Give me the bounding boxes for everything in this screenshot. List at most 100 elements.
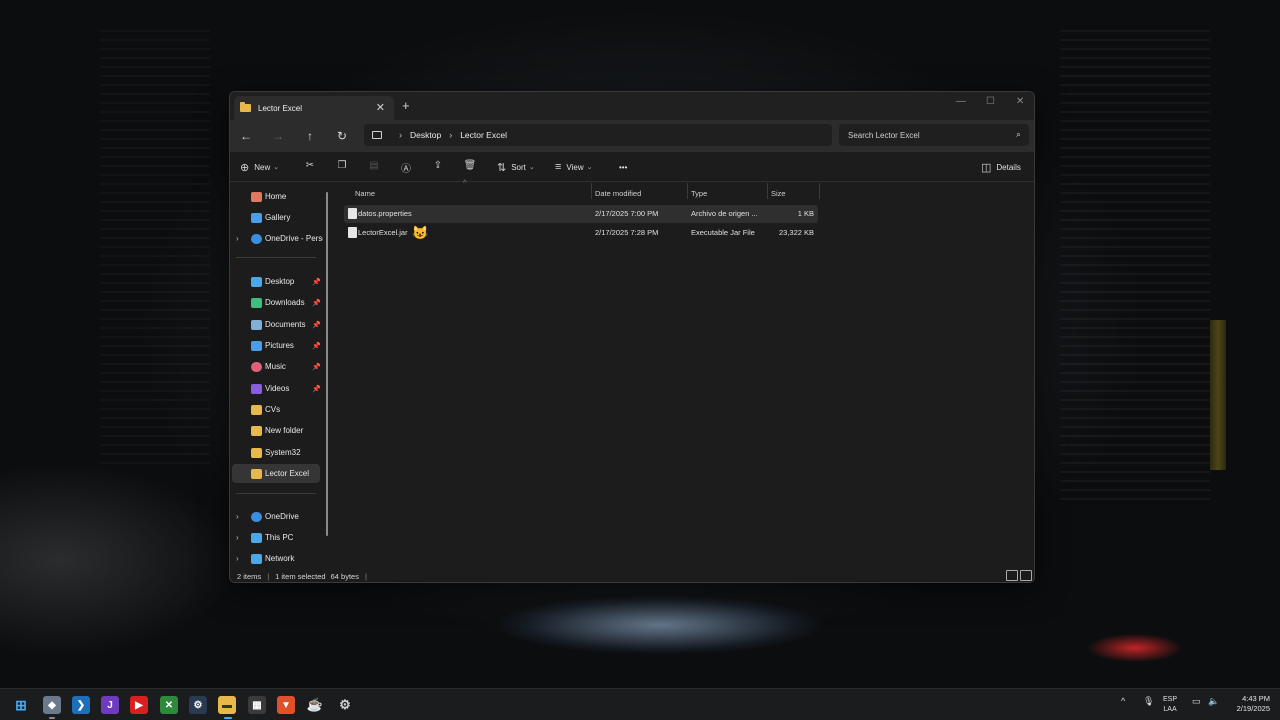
sidebar-item-videos[interactable]: Videos 📌 <box>232 379 321 398</box>
microphone-icon[interactable]: 🎙 <box>1143 696 1154 707</box>
vscode-icon[interactable]: ❯ <box>72 696 90 714</box>
maximize-button[interactable]: ☐ <box>986 96 995 107</box>
pin-icon: 📌 <box>312 278 321 286</box>
pin-icon: 📌 <box>312 342 321 350</box>
sidebar-item-music[interactable]: Music 📌 <box>232 357 321 376</box>
this-pc-icon <box>372 131 382 139</box>
new-tab-button[interactable]: + <box>402 98 410 113</box>
address-bar: ← → ↑ ↻ › Desktop › Lector Excel ⌕ <box>230 120 1034 152</box>
java-icon[interactable]: ☕ <box>306 696 324 714</box>
search-input[interactable] <box>848 130 1008 140</box>
chevron-right-icon[interactable]: › <box>236 512 239 521</box>
sidebar-item-lector-excel[interactable]: Lector Excel <box>232 464 320 483</box>
tab-lector-excel[interactable]: Lector Excel ✕ <box>234 96 394 120</box>
search-box[interactable]: ⌕ <box>839 124 1029 146</box>
breadcrumb-lector-excel[interactable]: Lector Excel <box>460 130 507 140</box>
chevron-down-icon: ⌄ <box>586 164 593 171</box>
selection-size: 64 bytes <box>330 571 359 581</box>
sidebar-item-desktop[interactable]: Desktop 📌 <box>232 272 321 291</box>
breadcrumb-desktop[interactable]: Desktop <box>410 130 441 140</box>
file-explorer-window: Lector Excel ✕ + — ☐ ✕ ← → ↑ ↻ › Desktop… <box>229 91 1035 583</box>
breadcrumb[interactable]: › Desktop › Lector Excel <box>364 124 832 146</box>
chevron-right-icon[interactable]: › <box>236 234 239 243</box>
sidebar-item-home[interactable]: Home <box>232 187 320 206</box>
search-icon: ⌕ <box>1015 129 1021 139</box>
details-view-icon[interactable] <box>1006 570 1018 581</box>
tab-title: Lector Excel <box>258 103 303 113</box>
plus-circle-icon: ⊕ <box>240 161 250 174</box>
gallery-icon <box>251 212 262 223</box>
xbox-icon[interactable]: ✕ <box>160 696 178 714</box>
folder-icon <box>251 468 262 479</box>
close-window-button[interactable]: ✕ <box>1016 96 1024 107</box>
wallpaper-detail-left <box>100 30 210 470</box>
paste-icon[interactable]: ▤ <box>367 160 381 174</box>
language-indicator[interactable]: ESP LAA <box>1163 695 1177 715</box>
refresh-icon[interactable]: ↻ <box>333 127 351 145</box>
clock[interactable]: 4:43 PM 2/19/2025 <box>1228 694 1270 714</box>
more-options-button[interactable]: ••• <box>619 159 627 175</box>
sidebar-item-documents[interactable]: Documents 📌 <box>232 315 321 334</box>
sidebar-item-downloads[interactable]: Downloads 📌 <box>232 293 321 312</box>
share-icon[interactable]: ⇪ <box>431 160 445 174</box>
sidebar-item-onedrive[interactable]: › OneDrive <box>232 507 320 526</box>
brave-icon[interactable]: ▼ <box>277 696 295 714</box>
pin-icon: 📌 <box>312 299 321 307</box>
tiles-view-icon[interactable] <box>1020 570 1032 581</box>
minimize-button[interactable]: — <box>956 96 966 107</box>
sidebar-item-this-pc[interactable]: › This PC <box>232 528 320 547</box>
sidebar-item-network[interactable]: › Network <box>232 549 320 568</box>
cloud-icon <box>251 511 262 522</box>
wallpaper-detail-post <box>1210 320 1226 470</box>
sidebar-scrollbar[interactable] <box>326 192 328 536</box>
sidebar-item-new-folder[interactable]: New folder <box>232 421 320 440</box>
sidebar-item-pictures[interactable]: Pictures 📌 <box>232 336 321 355</box>
youtube-icon[interactable]: ▶ <box>130 696 148 714</box>
sort-label: Sort <box>511 162 526 172</box>
cut-icon[interactable]: ✂ <box>303 160 317 174</box>
sidebar-item-onedrive-personal[interactable]: › OneDrive - Personal <box>232 229 323 248</box>
close-tab-icon[interactable]: ✕ <box>376 101 385 114</box>
view-list-icon: ≡ <box>555 161 562 173</box>
copy-icon[interactable]: ❐ <box>335 160 349 174</box>
forward-arrow-icon[interactable]: → <box>269 127 287 145</box>
sidebar-item-gallery[interactable]: Gallery <box>232 208 320 227</box>
navigation-pane: Home Gallery › OneDrive - Personal Deskt… <box>230 183 328 568</box>
wallpaper-detail-right <box>1060 30 1210 500</box>
up-arrow-icon[interactable]: ↑ <box>301 127 319 145</box>
chevron-right-icon[interactable]: › <box>236 554 239 563</box>
chevron-right-icon[interactable]: › <box>236 533 239 542</box>
sort-button[interactable]: ⇅ Sort ⌄ <box>497 159 535 175</box>
cloud-icon <box>251 233 262 244</box>
app-icon-gear[interactable]: ⚙ <box>336 696 354 714</box>
rename-icon[interactable]: Ⓐ <box>399 160 413 175</box>
title-bar: Lector Excel ✕ + — ☐ ✕ <box>230 92 1034 120</box>
volume-icon[interactable]: 🔈 <box>1208 696 1219 707</box>
command-bar: ⊕ New ⌄ ✂ ❐ ▤ Ⓐ ⇪ 🗑 ⇅ Sort ⌄ ≡ View ⌄ ••… <box>230 152 1034 182</box>
pc-icon <box>251 532 262 543</box>
sidebar-item-system32[interactable]: System32 <box>232 443 320 462</box>
windows-start-icon[interactable]: ⊞ <box>12 696 30 714</box>
store-icon[interactable]: ▦ <box>248 696 266 714</box>
view-button[interactable]: ≡ View ⌄ <box>555 159 593 175</box>
steam-icon[interactable]: ⚙ <box>189 696 207 714</box>
download-icon <box>251 297 262 308</box>
sidebar-item-cvs[interactable]: CVs <box>232 400 320 419</box>
app-icon[interactable]: ◆ <box>43 696 61 714</box>
selection-count: 1 item selected <box>275 571 326 581</box>
delete-icon[interactable]: 🗑 <box>463 160 477 174</box>
new-button[interactable]: ⊕ New ⌄ <box>240 159 279 175</box>
pictures-icon <box>251 340 262 351</box>
back-arrow-icon[interactable]: ← <box>237 127 255 145</box>
chevron-up-icon[interactable]: ^ <box>1121 696 1125 706</box>
intellij-icon[interactable]: J <box>101 696 119 714</box>
sidebar-divider <box>236 257 316 258</box>
taskbar: ⊞ ◆ ❯ J ▶ ✕ ⚙ ▬ ▦ ▼ ☕ ⚙ ^ 🎙 ESP LAA ▭ 🔈 … <box>0 688 1280 720</box>
network-icon[interactable]: ▭ <box>1192 696 1201 707</box>
chevron-down-icon: ⌄ <box>273 164 280 171</box>
folder-icon <box>251 425 262 436</box>
folder-icon <box>240 102 251 112</box>
videos-icon <box>251 383 262 394</box>
details-pane-button[interactable]: ◫ Details <box>981 159 1021 175</box>
file-explorer-icon[interactable]: ▬ <box>218 696 236 714</box>
